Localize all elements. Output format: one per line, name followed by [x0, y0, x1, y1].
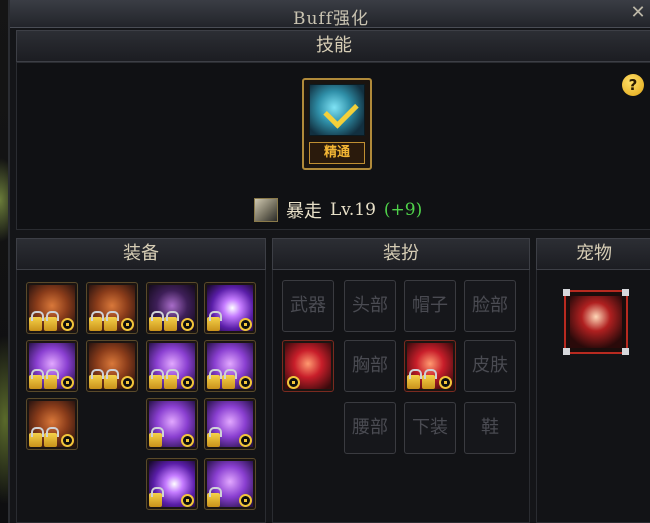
skill-level: Lv.19 — [330, 200, 376, 220]
question-icon[interactable]: ? — [622, 74, 644, 96]
lock-icon — [207, 427, 222, 447]
avatar-slot-shoes[interactable]: 鞋 — [464, 402, 516, 454]
lock-icon — [104, 369, 119, 389]
lock-icon — [44, 427, 59, 447]
swap-icon — [181, 434, 194, 447]
lock-icon — [149, 487, 164, 507]
frame-corner — [622, 348, 629, 355]
equipment-slot-6[interactable] — [86, 340, 138, 392]
swap-icon — [121, 318, 134, 331]
equipment-slot-1[interactable] — [26, 282, 78, 334]
avatar-slot-lower[interactable]: 下装 — [404, 402, 456, 454]
avatar-slot-head[interactable]: 头部 — [344, 280, 396, 332]
equipment-slot-5[interactable] — [26, 340, 78, 392]
skill-section-title: 技能 — [316, 35, 352, 56]
avatar-header: 装扮 — [272, 238, 530, 270]
lock-icon — [89, 369, 104, 389]
lock-icon — [164, 311, 179, 331]
swap-icon — [239, 318, 252, 331]
pet-header: 宠物 — [536, 238, 650, 270]
swap-icon — [181, 494, 194, 507]
avatar-slot-skin[interactable]: 皮肤 — [464, 340, 516, 392]
mastery-badge: 精通 — [309, 142, 365, 164]
swap-icon — [439, 376, 452, 389]
equipment-slot-8[interactable] — [204, 340, 256, 392]
check-icon — [323, 93, 359, 129]
equipment-title: 装备 — [123, 243, 159, 264]
frame-corner — [563, 289, 570, 296]
lock-icon — [207, 487, 222, 507]
pet-slot[interactable] — [563, 289, 629, 355]
lock-icon — [29, 369, 44, 389]
frame-corner — [563, 348, 570, 355]
frame-corner — [622, 289, 629, 296]
lock-icon — [104, 311, 119, 331]
swap-icon — [239, 434, 252, 447]
lock-icon — [407, 369, 422, 389]
lock-icon — [29, 311, 44, 331]
lock-icon — [422, 369, 437, 389]
avatar-equipped-item-2[interactable] — [404, 340, 456, 392]
lock-icon — [29, 427, 44, 447]
swap-icon — [121, 376, 134, 389]
lock-icon — [149, 311, 164, 331]
skill-icon-frame[interactable]: 精通 — [302, 78, 372, 170]
skill-name: 暴走 — [286, 201, 322, 222]
avatar-equipped-item-1[interactable] — [282, 340, 334, 392]
swap-icon — [239, 376, 252, 389]
avatar-slot-hat[interactable]: 帽子 — [404, 280, 456, 332]
equipment-slot-3[interactable] — [146, 282, 198, 334]
avatar-title: 装扮 — [383, 243, 419, 264]
lock-icon — [89, 311, 104, 331]
lock-icon — [207, 369, 222, 389]
lock-icon — [44, 369, 59, 389]
equipment-slot-11[interactable] — [204, 398, 256, 450]
skill-info: 暴走 Lv.19 (+9) — [254, 197, 422, 223]
equipment-slot-10[interactable] — [146, 398, 198, 450]
avatar-slot-chest[interactable]: 胸部 — [344, 340, 396, 392]
swap-icon — [287, 376, 300, 389]
equipment-slot-12[interactable] — [146, 458, 198, 510]
background-watermark — [590, 430, 650, 490]
buff-enhance-window: Buff强化 ✕ 技能 精通 ? 暴走 Lv.19 (+9) 装备 装扮 宠物 — [8, 0, 650, 523]
skill-icon — [309, 84, 365, 136]
equipment-slot-9[interactable] — [26, 398, 78, 450]
avatar-slot-weapon[interactable]: 武器 — [282, 280, 334, 332]
equipment-slot-4[interactable] — [204, 282, 256, 334]
equipment-slot-2[interactable] — [86, 282, 138, 334]
swap-icon — [239, 494, 252, 507]
swap-icon — [61, 434, 74, 447]
title-bar[interactable]: Buff强化 ✕ — [10, 0, 650, 29]
swap-icon — [181, 376, 194, 389]
pet-icon — [570, 296, 622, 348]
swap-icon — [61, 376, 74, 389]
skill-small-icon — [254, 198, 278, 222]
avatar-slot-face[interactable]: 脸部 — [464, 280, 516, 332]
skill-bonus: (+9) — [383, 200, 423, 220]
lock-icon — [164, 369, 179, 389]
skill-section-header: 技能 — [16, 30, 650, 62]
avatar-slot-waist[interactable]: 腰部 — [344, 402, 396, 454]
window-title: Buff强化 — [292, 9, 370, 29]
lock-icon — [207, 311, 222, 331]
lock-icon — [222, 369, 237, 389]
equipment-slot-7[interactable] — [146, 340, 198, 392]
swap-icon — [181, 318, 194, 331]
equipment-slot-13[interactable] — [204, 458, 256, 510]
swap-icon — [61, 318, 74, 331]
equipment-header: 装备 — [16, 238, 266, 270]
lock-icon — [149, 369, 164, 389]
lock-icon — [44, 311, 59, 331]
pet-title: 宠物 — [576, 243, 612, 264]
close-icon[interactable]: ✕ — [628, 3, 648, 23]
lock-icon — [149, 427, 164, 447]
